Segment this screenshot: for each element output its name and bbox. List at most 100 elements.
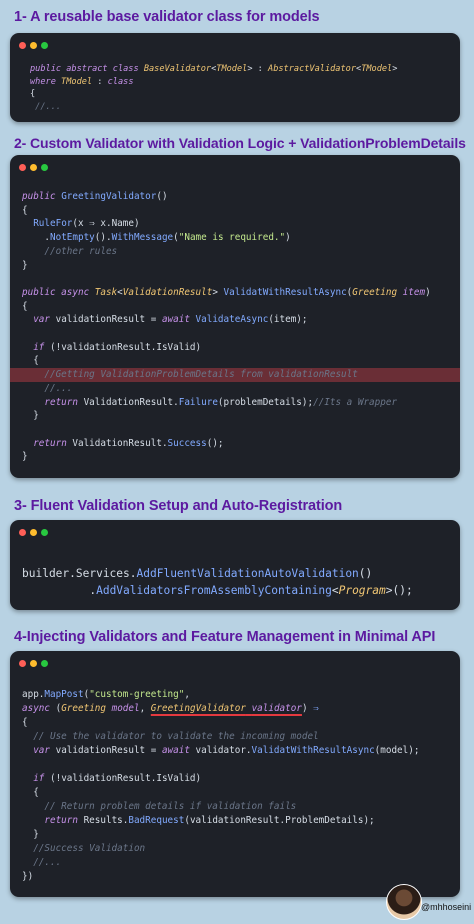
- code-line: // Use the validator to validate the inc…: [22, 730, 460, 744]
- code-token: {: [22, 355, 39, 367]
- code-token: return: [44, 396, 84, 408]
- section-1-heading: 1- A reusable base validator class for m…: [14, 9, 320, 25]
- code-token: :: [92, 76, 108, 87]
- code-line: //Getting ValidationProblemDetails from …: [10, 368, 460, 382]
- code-block-4: app.MapPost("custom-greeting", async (Gre…: [10, 688, 460, 884]
- minimize-dot: [30, 42, 37, 49]
- section-3-heading: 3- Fluent Validation Setup and Auto-Regi…: [14, 498, 343, 514]
- code-line: return ValidationResult.Success();: [22, 437, 460, 451]
- window-dots: [19, 529, 48, 536]
- code-token: return: [33, 437, 73, 449]
- code-token: (validationResult.ProblemDetails);: [184, 815, 375, 826]
- code-token: Success: [167, 437, 207, 449]
- code-token: return: [44, 815, 84, 826]
- code-line: where TModel : class: [30, 76, 460, 89]
- code-token: Program: [338, 584, 386, 597]
- code-token: ): [425, 286, 431, 298]
- close-dot: [19, 529, 26, 536]
- code-token: ,: [184, 689, 190, 700]
- code-token: builder.Services.: [22, 567, 137, 580]
- code-token: AbstractValidator: [268, 64, 356, 74]
- author-handle: @mhhoseini: [421, 902, 472, 912]
- code-token: }: [22, 259, 28, 271]
- code-line: if (!validationResult.IsValid): [22, 772, 460, 786]
- code-token: TModel: [361, 64, 393, 74]
- code-token: >: [212, 286, 224, 298]
- code-token: ValidatWithResultAsync: [251, 745, 375, 756]
- code-card-3: builder.Services.AddFluentValidationAuto…: [10, 520, 460, 610]
- code-token: class: [107, 76, 134, 87]
- close-dot: [19, 660, 26, 667]
- code-line: {: [22, 204, 460, 218]
- code-token: >: [392, 64, 398, 74]
- code-token: validator: [251, 703, 302, 714]
- code-token: // Return problem details if validation …: [22, 801, 297, 812]
- maximize-dot: [41, 529, 48, 536]
- code-line: //Success Validation: [22, 842, 460, 856]
- code-token: {: [22, 204, 28, 216]
- code-token: MapPost: [44, 689, 84, 700]
- code-line: }: [22, 828, 460, 842]
- code-token: public async: [22, 286, 95, 298]
- code-line: return Results.BadRequest(validationResu…: [22, 814, 460, 828]
- code-token: NotEmpty: [50, 232, 95, 244]
- code-token: BaseValidator: [143, 64, 212, 74]
- code-line: .AddValidatorsFromAssemblyContaining<Pro…: [22, 582, 460, 599]
- code-line: public async Task<ValidationResult> Vali…: [22, 286, 460, 300]
- code-token: if: [33, 773, 50, 784]
- code-token: await: [161, 745, 196, 756]
- code-token: (): [156, 191, 168, 202]
- code-token: //...: [22, 382, 73, 394]
- code-token: (!validationResult.IsValid): [50, 341, 202, 353]
- code-token: RuleFor: [33, 218, 73, 230]
- close-dot: [19, 164, 26, 171]
- minimize-dot: [30, 164, 37, 171]
- code-token: var: [33, 745, 56, 756]
- window-dots: [19, 660, 48, 667]
- code-card-4: app.MapPost("custom-greeting", async (Gre…: [10, 651, 460, 897]
- code-token: //...: [22, 857, 62, 868]
- code-line: {: [22, 716, 460, 730]
- code-line: async (Greeting model, GreetingValidator…: [22, 702, 460, 716]
- code-token: ValidateAsync: [195, 314, 269, 326]
- code-token: app.: [22, 689, 45, 700]
- code-token: //Success Validation: [22, 843, 146, 854]
- code-token: BadRequest: [128, 815, 185, 826]
- code-token: {: [22, 717, 28, 728]
- code-token: "custom-greeting": [89, 689, 185, 700]
- code-token: ();: [206, 437, 224, 449]
- section-4-heading: 4-Injecting Validators and Feature Manag…: [14, 629, 436, 645]
- code-line: if (!validationResult.IsValid): [22, 341, 460, 355]
- code-line: {: [22, 300, 460, 314]
- code-token: ValidationResult.: [83, 396, 179, 408]
- code-token: //Its a Wrapper: [313, 396, 398, 408]
- code-token: .: [22, 232, 50, 244]
- code-token: }: [22, 829, 39, 840]
- section-2-heading: 2- Custom Validator with Validation Logi…: [14, 135, 466, 151]
- code-token: public abstract class: [30, 64, 144, 74]
- code-token: Results.: [83, 815, 129, 826]
- code-token: Task: [94, 286, 118, 298]
- code-token: //other rules: [22, 245, 118, 257]
- code-line: //...: [30, 101, 460, 114]
- code-token: item: [402, 286, 426, 298]
- code-token: {: [22, 787, 39, 798]
- code-token: (): [358, 567, 373, 580]
- code-line: //other rules: [22, 245, 460, 259]
- code-token: AddFluentValidationAutoValidation: [136, 567, 359, 580]
- code-token: "Name is required.": [178, 232, 286, 244]
- code-token: (item);: [268, 314, 308, 326]
- code-line: builder.Services.AddFluentValidationAuto…: [22, 565, 460, 582]
- code-line: // Return problem details if validation …: [22, 800, 460, 814]
- code-token: ,: [139, 703, 151, 714]
- code-token: (model);: [374, 745, 420, 756]
- code-token: GreetingValidator: [150, 703, 246, 714]
